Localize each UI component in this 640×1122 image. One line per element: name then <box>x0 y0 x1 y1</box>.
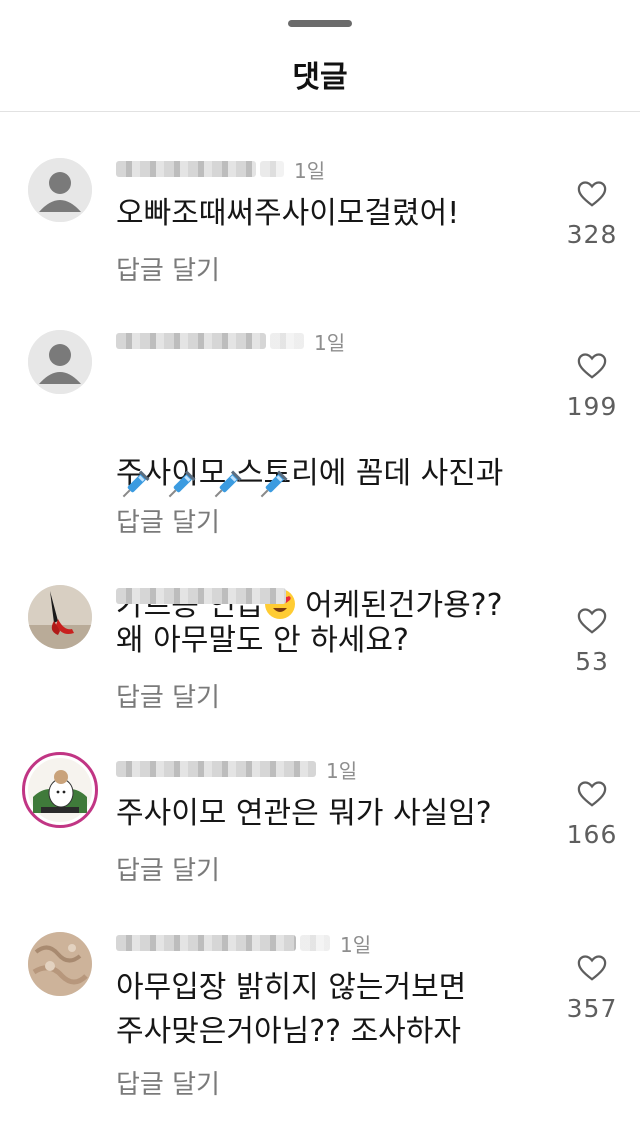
avatar[interactable] <box>28 158 92 222</box>
syringe-icon <box>122 470 150 498</box>
comment-time: 1일 <box>340 932 372 957</box>
reply-button[interactable]: 답글 달기 <box>116 1064 220 1101</box>
sheet-title: 댓글 <box>292 60 348 95</box>
profile-photo-icon <box>28 585 92 649</box>
avatar[interactable] <box>28 585 92 649</box>
avatar[interactable] <box>28 932 92 996</box>
syringe-emoji-row <box>116 468 290 504</box>
avatar-with-story-ring[interactable] <box>22 752 98 828</box>
heart-outline-icon <box>577 353 607 379</box>
comment-text: 주사이모 연관은 뭐가 사실임? <box>116 796 492 831</box>
syringe-icon <box>168 470 196 498</box>
username-redacted[interactable]: 1일 <box>116 932 371 957</box>
reply-button[interactable]: 답글 달기 <box>116 677 220 714</box>
like-button[interactable]: 357 <box>560 954 624 1023</box>
redaction-blur <box>116 935 296 951</box>
default-user-icon <box>28 330 92 394</box>
comment-text: 오빠조때써주사이모걸렸어! <box>116 196 460 231</box>
avatar[interactable] <box>28 330 92 394</box>
redaction-blur <box>270 333 304 349</box>
reply-button[interactable]: 답글 달기 <box>116 502 220 539</box>
comment-time: 1일 <box>326 758 358 783</box>
syringe-icon <box>260 470 288 498</box>
comments-sheet: 댓글 1일 오빠조때써주사이모걸렸어! 답글 달기 328 1일 주사이모 스토… <box>0 0 640 1122</box>
default-user-icon <box>28 158 92 222</box>
redaction-blur <box>116 333 266 349</box>
like-button[interactable]: 328 <box>560 180 624 249</box>
like-button[interactable]: 166 <box>560 780 624 849</box>
heart-outline-icon <box>577 781 607 807</box>
like-count: 199 <box>566 392 618 421</box>
like-button[interactable]: 199 <box>560 352 624 421</box>
redaction-blur <box>260 161 284 177</box>
like-count: 328 <box>566 220 618 249</box>
heart-outline-icon <box>577 181 607 207</box>
syringe-icon <box>214 470 242 498</box>
comment-text: 왜 아무말도 안 하세요? <box>116 623 409 658</box>
comment-time: 1일 <box>314 330 346 355</box>
username-redacted[interactable]: 1일 <box>116 330 345 355</box>
comment-text: 아무입장 밝히지 않는거보면 주사맞은거아님?? 조사하자 <box>116 970 467 1049</box>
redaction-blur <box>116 161 256 177</box>
comment-text-part: 어케된건가용?? <box>295 588 503 623</box>
profile-photo-icon <box>28 932 92 996</box>
like-button[interactable]: 53 <box>560 607 624 676</box>
comment-text: 주사이모 스토리에 꼼데 사진과 가르송 언급 어케된건가용?? <box>116 364 546 716</box>
like-count: 357 <box>566 994 618 1023</box>
profile-illustration-icon <box>28 758 92 822</box>
redaction-blur <box>116 588 286 604</box>
username-redacted[interactable]: 1일 <box>116 758 357 783</box>
heart-outline-icon <box>577 608 607 634</box>
username-redacted[interactable]: 1일 <box>116 158 325 183</box>
redaction-blur <box>116 761 316 777</box>
drag-handle[interactable] <box>288 20 352 27</box>
username-redacted[interactable] <box>116 585 286 607</box>
reply-button[interactable]: 답글 달기 <box>116 850 220 887</box>
like-count: 166 <box>566 820 618 849</box>
comment-time: 1일 <box>294 158 326 183</box>
header-divider <box>0 111 640 112</box>
heart-outline-icon <box>577 955 607 981</box>
like-count: 53 <box>575 647 609 676</box>
reply-button[interactable]: 답글 달기 <box>116 250 220 287</box>
redaction-blur <box>300 935 330 951</box>
